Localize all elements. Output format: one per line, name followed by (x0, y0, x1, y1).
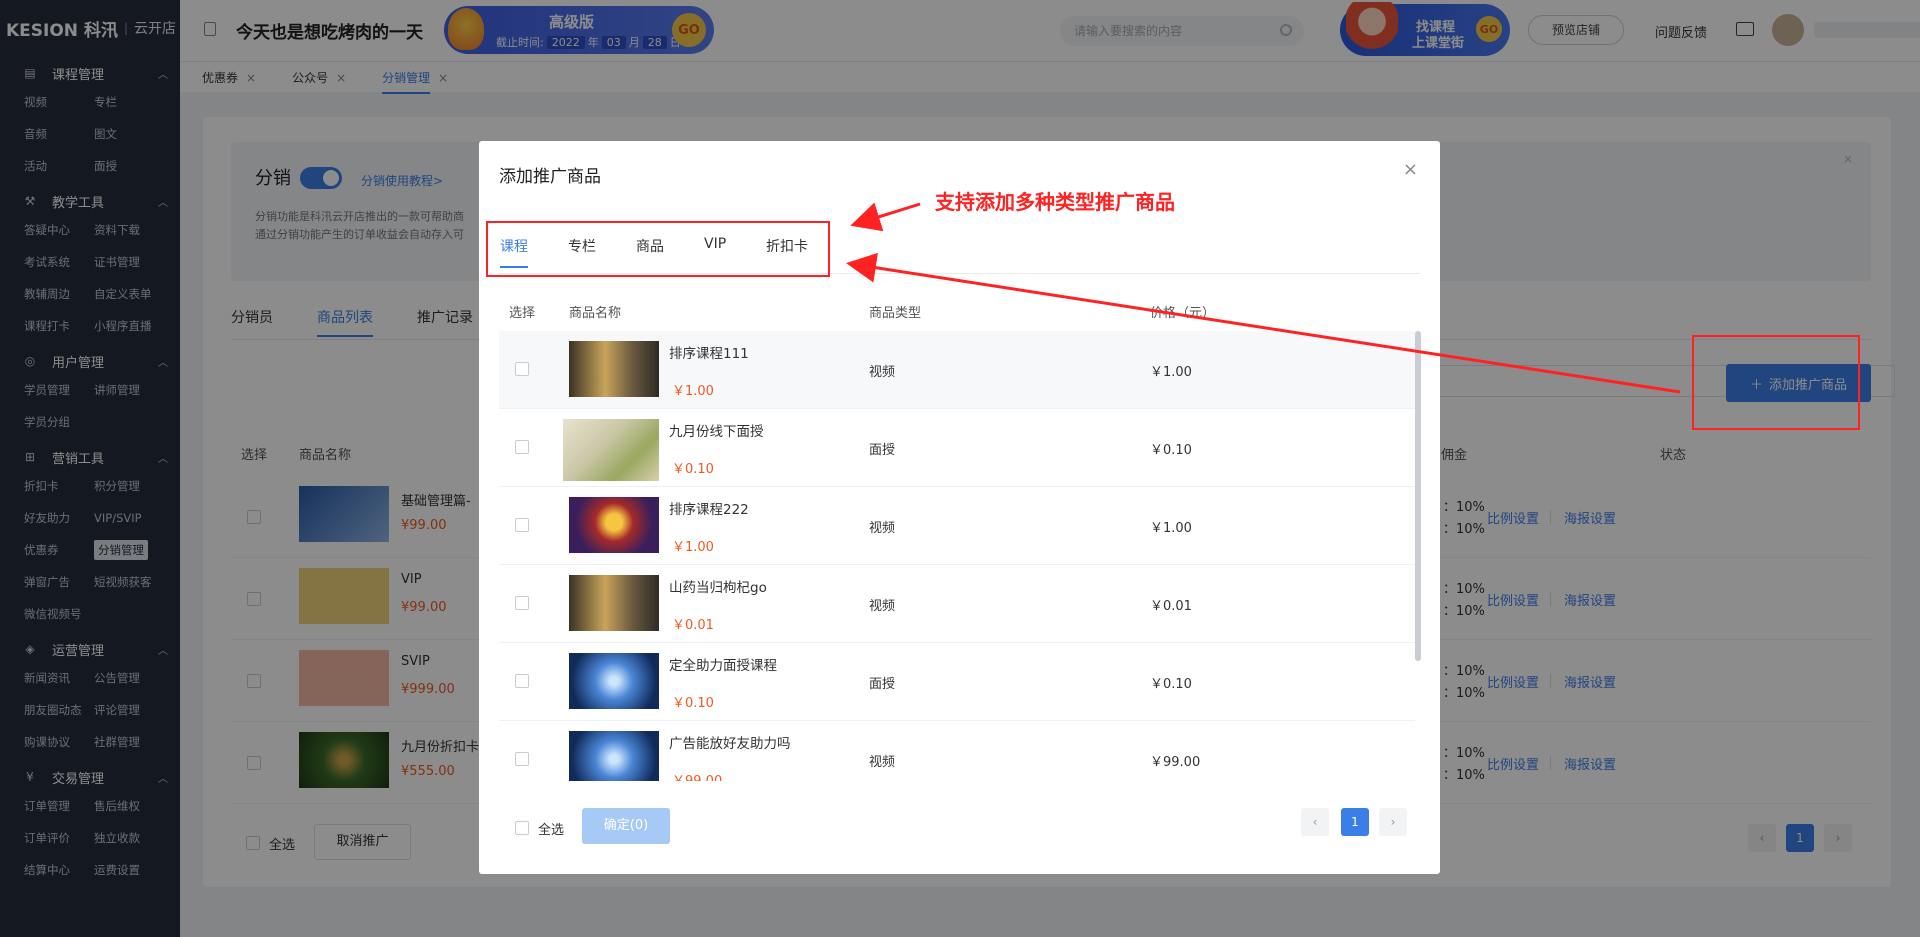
arrow-to-tabs-from-text (850, 202, 921, 232)
arrow-from-add-button (846, 252, 1681, 394)
annotation-arrows (846, 202, 1681, 394)
